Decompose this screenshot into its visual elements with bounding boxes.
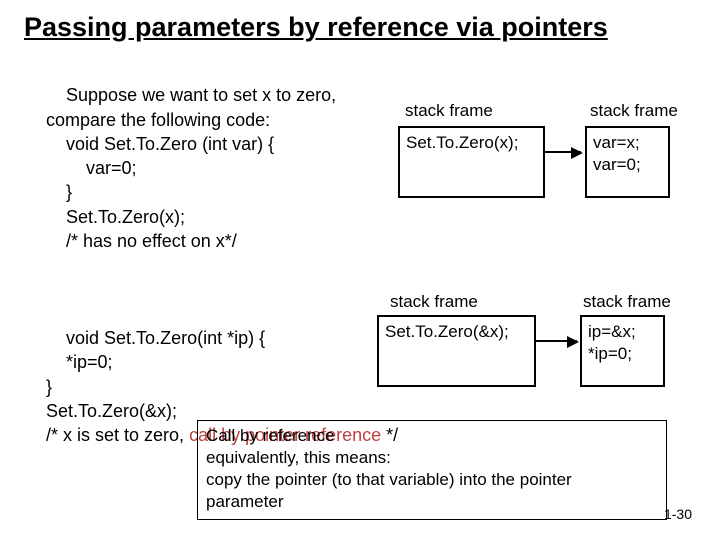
slide-number: 1-30 — [664, 506, 692, 522]
code-line: Suppose we want to set x to zero, — [66, 85, 336, 105]
code-line: var=0; — [46, 158, 137, 178]
stack-frame-caller: Set.To.Zero(x); — [398, 126, 545, 198]
stack-frame-label: stack frame — [590, 101, 678, 121]
stack-frame-label: stack frame — [583, 292, 671, 312]
code-line: *ip=0; — [46, 352, 113, 372]
arrow-icon — [545, 151, 581, 153]
code-line: /* x is set to zero, — [46, 425, 189, 445]
stack-frame-label: stack frame — [405, 101, 493, 121]
page-title: Passing parameters by reference via poin… — [24, 12, 696, 43]
stack-frame-caller: Set.To.Zero(&x); — [377, 315, 536, 387]
summary-line: Call by reference — [206, 425, 658, 447]
stack-frame-callee: var=x; var=0; — [585, 126, 670, 198]
stack-frame-label: stack frame — [390, 292, 478, 312]
slide: Passing parameters by reference via poin… — [0, 0, 720, 540]
code-line: } — [46, 182, 72, 202]
summary-line: parameter — [206, 491, 658, 513]
summary-line: copy the pointer (to that variable) into… — [206, 469, 658, 491]
summary-box: Call by reference equivalently, this mea… — [197, 420, 667, 520]
code-line: void Set.To.Zero (int var) { — [46, 134, 274, 154]
code-line: Set.To.Zero(&x); — [46, 401, 177, 421]
code-line: Set.To.Zero(x); — [46, 207, 185, 227]
code-line: compare the following code: — [46, 110, 270, 130]
code-line: } — [46, 377, 52, 397]
summary-line: equivalently, this means: — [206, 447, 658, 469]
arrow-icon — [536, 340, 577, 342]
code-line: void Set.To.Zero(int *ip) { — [66, 328, 265, 348]
stack-frame-callee: ip=&x; *ip=0; — [580, 315, 665, 387]
code-line: /* has no effect on x*/ — [46, 231, 237, 251]
